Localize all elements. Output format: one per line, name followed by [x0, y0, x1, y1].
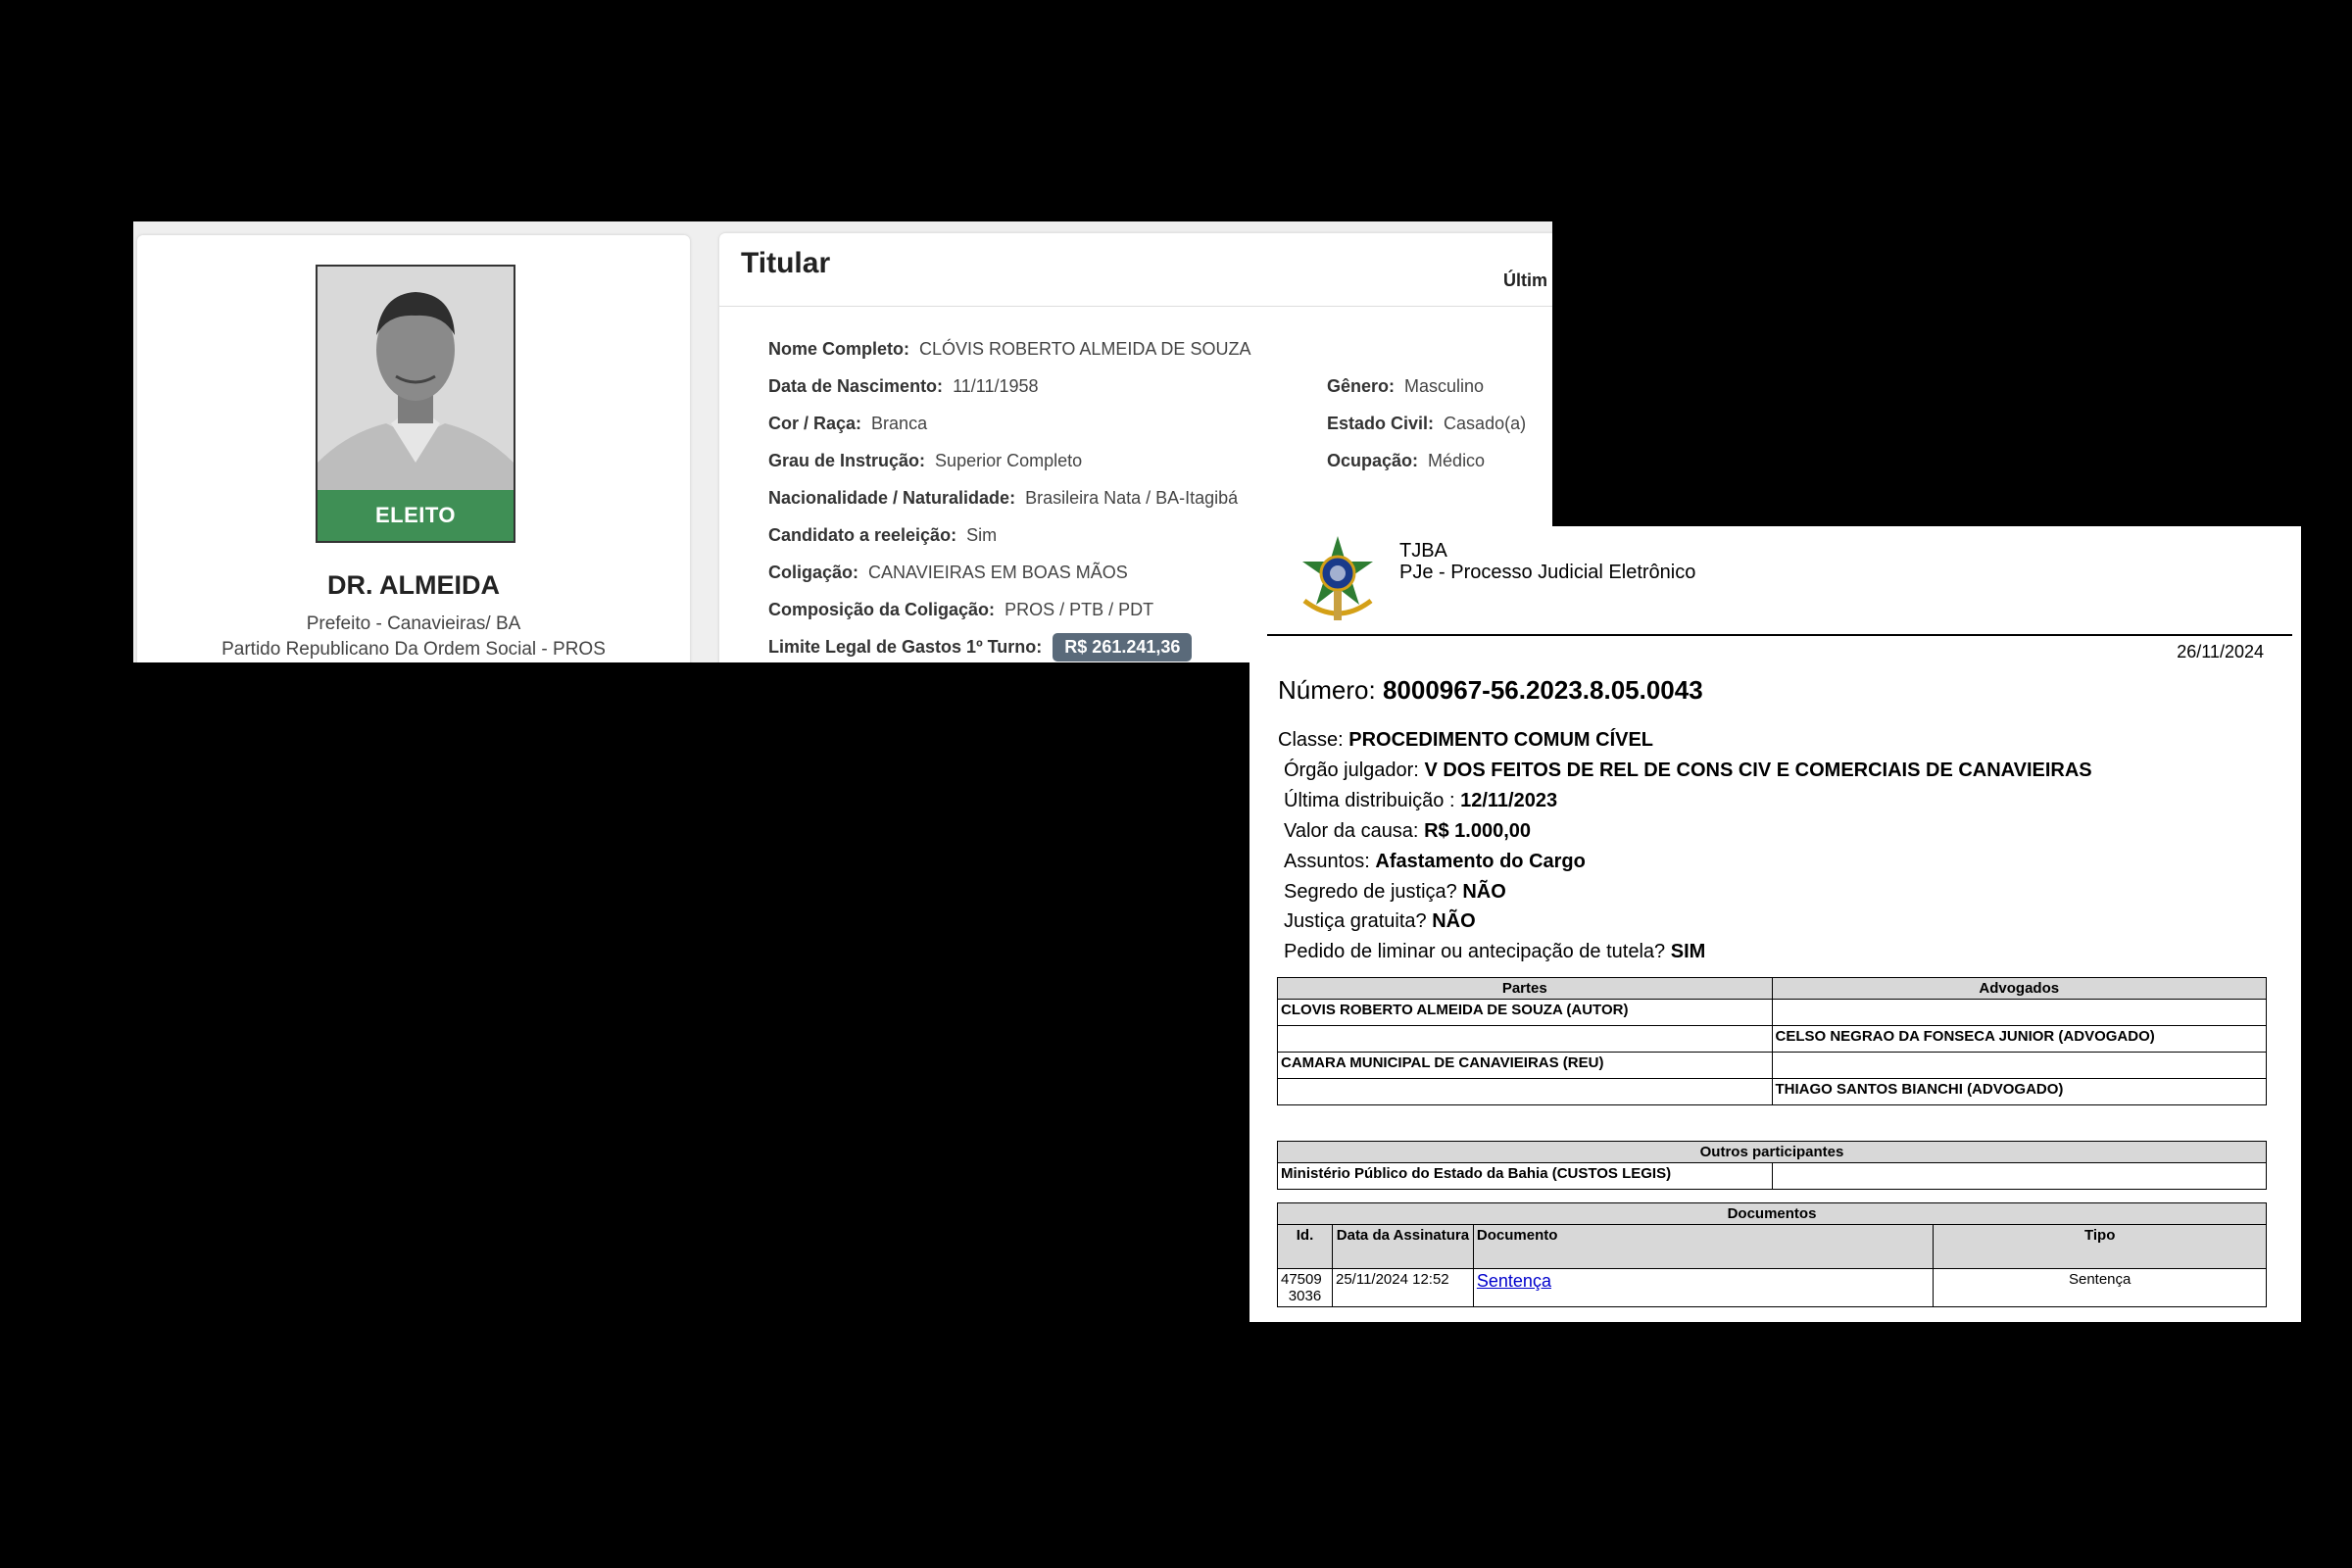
column-id: Id. — [1277, 1224, 1333, 1269]
column-tipo: Tipo — [1933, 1224, 2267, 1269]
document-date: 26/11/2024 — [2177, 642, 2264, 662]
parties-table: Partes Advogados CLOVIS ROBERTO ALMEIDA … — [1277, 977, 2267, 1105]
column-data-assinatura: Data da Assinatura — [1331, 1224, 1474, 1269]
document-type: Sentença — [1933, 1268, 2267, 1307]
court-document: TJBA PJe - Processo Judicial Eletrônico … — [1250, 526, 2301, 1322]
documents-table: Documentos Id. Data da Assinatura Docume… — [1277, 1202, 2267, 1307]
column-documento: Documento — [1472, 1224, 1935, 1269]
other-participants-table: Outros participantes Ministério Público … — [1277, 1141, 2268, 1190]
field-estado-civil: Estado Civil: Casado(a) — [1327, 414, 1527, 433]
info-segredo: Segredo de justiça? NÃO — [1284, 881, 1506, 903]
section-title: Titular — [741, 247, 831, 279]
documents-header: Documentos — [1277, 1202, 2267, 1225]
info-valor: Valor da causa: R$ 1.000,00 — [1284, 820, 1532, 842]
field-data-nascimento: Data de Nascimento: 11/11/1958 — [768, 376, 1039, 396]
spending-limit-badge: R$ 261.241,36 — [1053, 633, 1193, 662]
table-header-row: Id. Data da Assinatura Documento Tipo — [1277, 1224, 2267, 1269]
court-org: TJBA — [1399, 540, 1447, 562]
table-row: 47509 3036 25/11/2024 12:52 Sentença Sen… — [1277, 1268, 2267, 1307]
table-row: Ministério Público do Estado da Bahia (C… — [1277, 1162, 2268, 1190]
field-nome-completo: Nome Completo: CLÓVIS ROBERTO ALMEIDA DE… — [768, 339, 1251, 359]
table-row: CAMARA MUNICIPAL DE CANAVIEIRAS (REU) — [1277, 1052, 2267, 1079]
table-header-row: Partes Advogados — [1277, 977, 2267, 1000]
field-cor-raca: Cor / Raça: Branca — [768, 414, 928, 433]
table-row: CELSO NEGRAO DA FONSECA JUNIOR (ADVOGADO… — [1277, 1025, 2267, 1053]
divider — [719, 306, 1552, 307]
other-participants-header: Outros participantes — [1277, 1141, 2267, 1163]
last-update-label: Últim — [1503, 270, 1547, 290]
info-classe: Classe: PROCEDIMENTO COMUM CÍVEL — [1278, 729, 1654, 751]
table-header-row: Outros participantes — [1277, 1141, 2267, 1163]
field-ocupacao: Ocupação: Médico — [1327, 451, 1486, 470]
elected-badge: ELEITO — [318, 490, 514, 541]
table-row: THIAGO SANTOS BIANCHI (ADVOGADO) — [1277, 1078, 2267, 1105]
document-link-sentenca[interactable]: Sentença — [1477, 1271, 1551, 1291]
field-limite-gastos: Limite Legal de Gastos 1º Turno: R$ 261.… — [768, 633, 1193, 662]
header-divider — [1267, 634, 2292, 636]
court-header: TJBA PJe - Processo Judicial Eletrônico — [1399, 540, 1695, 583]
info-orgao: Órgão julgador: V DOS FEITOS DE REL DE C… — [1284, 760, 2092, 781]
field-reeleicao: Candidato a reeleição: Sim — [768, 525, 998, 545]
candidate-party: Partido Republicano Da Ordem Social - PR… — [221, 639, 606, 660]
table-row: CLOVIS ROBERTO ALMEIDA DE SOUZA (AUTOR) — [1277, 999, 2267, 1026]
candidate-name: DR. ALMEIDA — [327, 570, 500, 600]
info-liminar: Pedido de liminar ou antecipação de tute… — [1284, 941, 1706, 962]
brazil-coat-of-arms-icon — [1302, 536, 1373, 620]
court-system: PJe - Processo Judicial Eletrônico — [1399, 562, 1696, 583]
document-cell: Sentença — [1472, 1268, 1935, 1307]
field-composicao: Composição da Coligação: PROS / PTB / PD… — [768, 600, 1154, 619]
document-date: 25/11/2024 12:52 — [1331, 1268, 1474, 1307]
info-assuntos: Assuntos: Afastamento do Cargo — [1284, 851, 1586, 872]
candidate-photo: ELEITO — [316, 265, 515, 543]
column-advogados: Advogados — [1771, 977, 2267, 1000]
table-header-row: Documentos — [1277, 1202, 2267, 1225]
info-distribuicao: Última distribuição : 12/11/2023 — [1284, 790, 1558, 811]
candidate-role: Prefeito - Canavieiras/ BA — [306, 613, 521, 634]
candidate-card: ELEITO DR. ALMEIDA Prefeito - Canavieira… — [137, 235, 690, 662]
field-grau-instrucao: Grau de Instrução: Superior Completo — [768, 451, 1083, 470]
info-gratuita: Justiça gratuita? NÃO — [1284, 910, 1476, 932]
field-genero: Gênero: Masculino — [1327, 376, 1485, 396]
column-partes: Partes — [1277, 977, 1773, 1000]
document-id: 47509 3036 — [1277, 1268, 1333, 1307]
field-coligacao: Coligação: CANAVIEIRAS EM BOAS MÃOS — [768, 563, 1128, 582]
process-number: Número: 8000967-56.2023.8.05.0043 — [1278, 675, 1703, 705]
field-nacionalidade: Nacionalidade / Naturalidade: Brasileira… — [768, 488, 1239, 508]
